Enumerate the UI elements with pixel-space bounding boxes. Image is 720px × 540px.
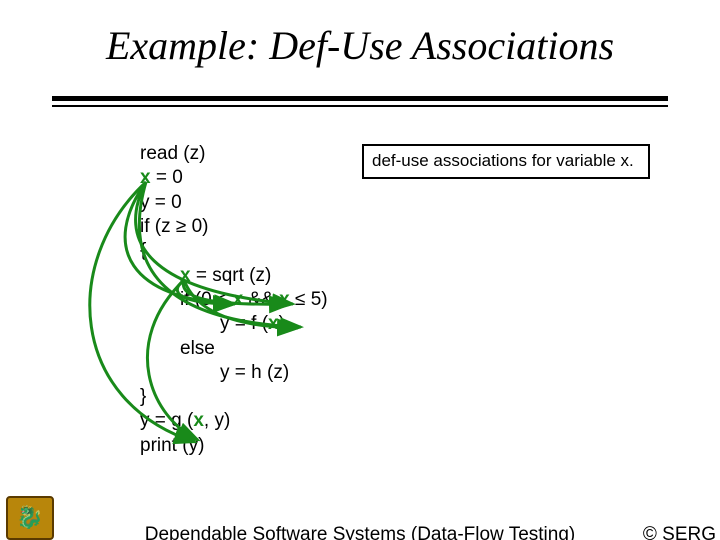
code-line: { [140,239,328,263]
code-line: if (z ≥ 0) [140,215,328,239]
code-line: y = 0 [140,191,328,215]
code-line: print (y) [140,434,328,458]
slide-title: Example: Def-Use Associations [0,22,720,69]
footer-title: Dependable Software Systems (Data-Flow T… [0,524,720,540]
code-line: y = h (z) [140,361,328,385]
var-x: x [268,313,279,334]
code-block: read (z) x = 0 y = 0 if (z ≥ 0) { x = sq… [140,142,328,458]
code-line: read (z) [140,142,328,166]
var-x: x [180,265,191,286]
annotation-box: def-use associations for variable x. [362,144,650,179]
var-x: x [140,167,151,188]
var-x: x [279,289,290,310]
footer-copyright: © SERG [643,524,716,540]
title-rule-thin [52,105,668,107]
code-line: x = sqrt (z) [140,264,328,288]
var-x: x [233,289,244,310]
code-line: y = g (x, y) [140,409,328,433]
code-line: x = 0 [140,166,328,190]
var-x: x [193,410,204,431]
code-line: else [140,337,328,361]
code-line: y = f (x) [140,312,328,336]
title-rule-thick [52,96,668,101]
code-line: if (0 ≤ x && x ≤ 5) [140,288,328,312]
code-line: } [140,385,328,409]
